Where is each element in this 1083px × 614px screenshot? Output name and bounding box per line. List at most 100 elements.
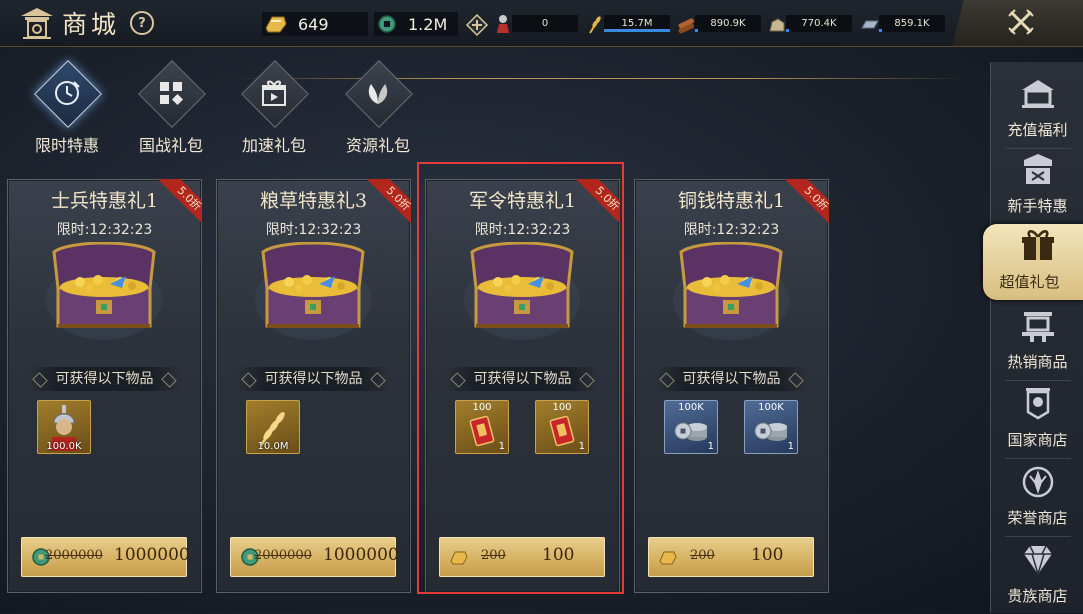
sidebar-divider [1005, 458, 1071, 459]
sidebar-item-nation-shop[interactable]: 国家商店 [991, 382, 1083, 458]
original-price: 200 [690, 548, 715, 563]
discount-badge: 5.0折 [367, 179, 411, 223]
limited-deal-icon [55, 81, 80, 105]
coin-amount: 1.2M [408, 14, 448, 34]
close-icon[interactable] [1005, 6, 1037, 38]
buy-button[interactable]: 2000000 1000000 [230, 537, 399, 577]
sidebar-label: 荣誉商店 [1007, 509, 1068, 527]
page-title: 商城 [62, 10, 121, 39]
resource-stone: 770.4K [768, 13, 854, 37]
sidebar-item-newbie[interactable]: 新手特惠 [991, 148, 1083, 224]
items-label-text: 可获得以下物品 [55, 371, 154, 387]
card-timer: 限时:12:32:23 [683, 222, 780, 238]
treasure-chest-icon [253, 242, 373, 342]
discount-ribbon: 5.0折 [158, 179, 202, 223]
resource-value: 770.4K [801, 18, 837, 29]
resource-value: 0 [541, 18, 549, 29]
card-timer: 限时:12:32:23 [265, 222, 362, 238]
resource-troops: 0 [494, 13, 580, 37]
reward-item[interactable]: 100K 1 [744, 400, 798, 454]
gold-balance: 649 [262, 12, 368, 36]
resource-value: 890.9K [710, 18, 746, 29]
gold-ingot-icon [659, 551, 677, 565]
sidebar-label: 充值福利 [1007, 121, 1068, 139]
sidebar-item-recharge[interactable]: 充值福利 [991, 72, 1083, 148]
items-label: 可获得以下物品 [28, 367, 181, 391]
reward-quantity: 1 [707, 441, 714, 452]
add-diamond-icon [465, 13, 489, 37]
original-price: 2000000 [45, 548, 103, 563]
reward-item[interactable]: 10.0M [246, 400, 300, 454]
wood-icon [678, 18, 694, 34]
sale-price: 100 [751, 545, 784, 565]
gift-pack-icon [1022, 230, 1054, 260]
discount-ribbon: 5.0折 [367, 179, 411, 223]
items-label: 可获得以下物品 [237, 367, 390, 391]
buy-button[interactable]: 2000000 1000000 [21, 537, 190, 577]
noble-shop-icon [1024, 545, 1052, 577]
stone-icon [769, 18, 785, 32]
tab-speedup-pack[interactable]: 加速礼包 [229, 60, 319, 156]
card-timer: 限时:12:32:23 [56, 222, 153, 238]
sidebar-label: 超值礼包 [999, 273, 1060, 291]
resource-pack-icon [368, 84, 388, 104]
shop-pavilion-icon [21, 8, 53, 39]
coin-balance: 1.2M [374, 12, 458, 36]
tab-label: 资源礼包 [345, 136, 410, 155]
sidebar-label: 国家商店 [1007, 431, 1068, 449]
items-label-text: 可获得以下物品 [682, 371, 781, 387]
sidebar-item-hot-sale[interactable]: 热销商品 [991, 304, 1083, 380]
sidebar-divider [1005, 380, 1071, 381]
sidebar-item-noble-shop[interactable]: 贵族商店 [991, 538, 1083, 614]
discount-ribbon: 5.0折 [785, 179, 829, 223]
nation-shop-icon [1026, 388, 1050, 420]
reward-quantity: 1 [787, 441, 794, 452]
wheat-icon [589, 16, 601, 34]
resource-grain: 15.7M [586, 13, 672, 37]
resource-wood: 890.9K [677, 13, 763, 37]
resource-iron: 859.1K [861, 13, 947, 37]
sale-price: 1000000 [114, 545, 190, 565]
honor-shop-icon [1022, 466, 1054, 498]
shop-sidebar: 充值福利 新手特惠 超值礼包 热销商品 国家商店 荣誉商店 贵族商店 [983, 62, 1083, 614]
sale-price: 1000000 [323, 545, 399, 565]
items-label: 可获得以下物品 [655, 367, 808, 391]
gold-amount: 649 [298, 14, 329, 34]
tab-label: 加速礼包 [241, 136, 306, 155]
reward-amount: 100.0K [46, 441, 82, 452]
discount-badge: 5.0折 [785, 179, 829, 223]
sidebar-item-honor-shop[interactable]: 荣誉商店 [991, 460, 1083, 536]
sidebar-item-gift-pack[interactable]: 超值礼包 [983, 224, 1083, 300]
copper-coin-icon [378, 15, 396, 33]
recharge-icon [1022, 80, 1054, 108]
reward-item[interactable]: 100K 1 [664, 400, 718, 454]
iron-icon [861, 20, 879, 29]
tab-war-pack[interactable]: 国战礼包 [126, 60, 216, 156]
top-bar: 商城 ? 649 1.2M 0 15.7M 890.9K 770.4K 859.… [0, 0, 1083, 47]
reward-item[interactable]: 100.0K [37, 400, 91, 454]
tab-limited-deal[interactable]: 限时特惠 [22, 60, 112, 156]
help-button[interactable]: ? [130, 11, 155, 35]
war-pack-icon [160, 82, 183, 105]
gold-ingot-icon [265, 16, 287, 33]
tab-label: 国战礼包 [138, 136, 203, 155]
items-label-text: 可获得以下物品 [264, 371, 363, 387]
sidebar-label: 新手特惠 [1007, 197, 1068, 215]
add-resource-button[interactable] [465, 13, 490, 37]
reward-stack: 100K [678, 402, 704, 413]
hot-sale-icon [1022, 312, 1054, 342]
sidebar-label: 贵族商店 [1007, 587, 1068, 605]
soldier-icon [497, 15, 509, 33]
tab-label: 限时特惠 [34, 136, 99, 155]
offer-card: 士兵特惠礼1 5.0折 限时:12:32:23 可获得以下物品 100.0K 2… [7, 179, 202, 593]
offer-card: 粮草特惠礼3 5.0折 限时:12:32:23 可获得以下物品 10.0M 20… [216, 179, 411, 593]
buy-button[interactable]: 200 100 [648, 537, 814, 577]
selection-highlight [417, 162, 624, 594]
tab-resource-pack[interactable]: 资源礼包 [333, 60, 423, 156]
original-price: 2000000 [254, 548, 312, 563]
speedup-pack-icon [262, 80, 286, 106]
offer-card: 铜钱特惠礼1 5.0折 限时:12:32:23 可获得以下物品 100K 1 1… [634, 179, 829, 593]
sidebar-label: 热销商品 [1007, 353, 1068, 371]
sidebar-divider [1005, 536, 1071, 537]
resource-value: 859.1K [894, 18, 930, 29]
